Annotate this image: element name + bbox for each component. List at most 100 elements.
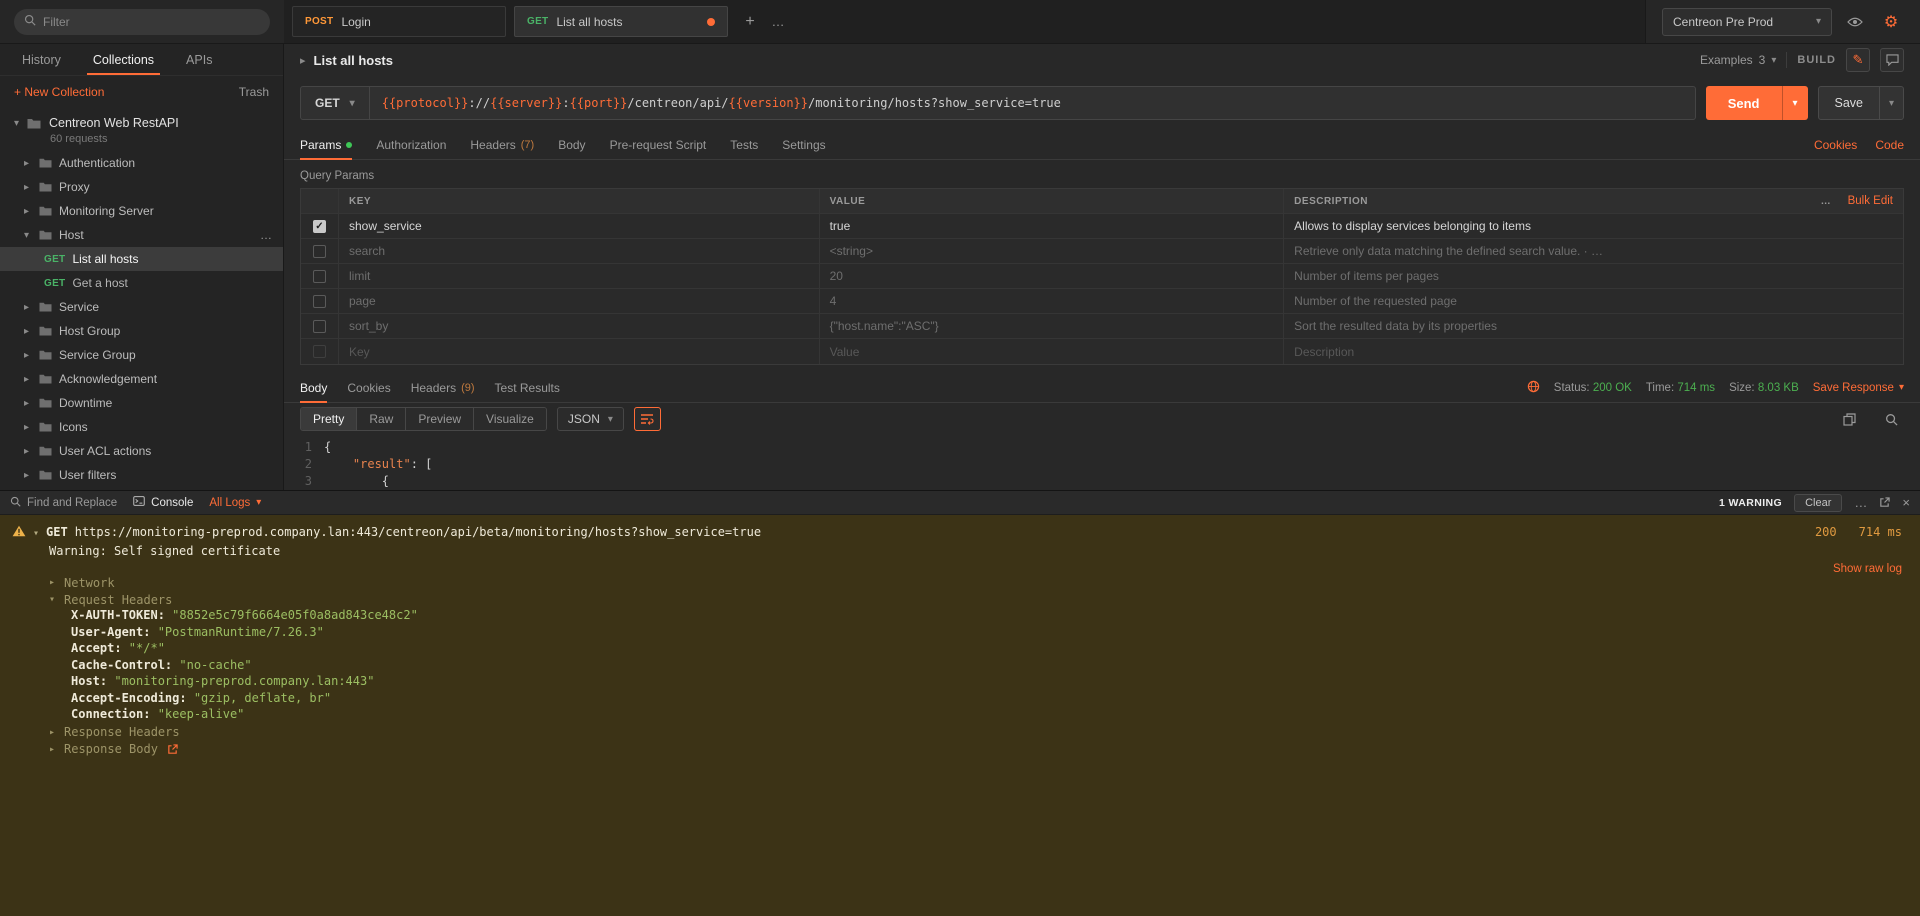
folder-user-acl-actions[interactable]: ▸User ACL actions — [0, 439, 283, 463]
param-key[interactable]: sort_by — [339, 314, 820, 338]
folder-user-filters[interactable]: ▸User filters — [0, 463, 283, 487]
param-value[interactable]: 4 — [820, 289, 1285, 313]
sidebar-tab-history[interactable]: History — [6, 44, 77, 75]
request-tab-settings[interactable]: Settings — [782, 130, 825, 159]
tab-options-button[interactable]: … — [764, 8, 792, 36]
save-response-button[interactable]: Save Response — [1813, 382, 1904, 394]
param-key[interactable]: search — [339, 239, 820, 263]
console-section-network[interactable]: ▸Network — [49, 574, 1908, 591]
sidebar-filter[interactable] — [14, 9, 270, 35]
folder-acknowledgement[interactable]: ▸Acknowledgement — [0, 367, 283, 391]
param-checkbox[interactable]: ✓ — [313, 220, 326, 233]
param-row-sort-by[interactable]: sort_by{"host.name":"ASC"}Sort the resul… — [301, 314, 1903, 339]
response-tab-headers[interactable]: Headers(9) — [411, 373, 475, 402]
request-get-a-host[interactable]: GETGet a host — [0, 271, 283, 295]
param-value[interactable]: <string> — [820, 239, 1285, 263]
clear-console-button[interactable]: Clear — [1794, 494, 1842, 512]
param-key[interactable]: show_service — [339, 214, 820, 238]
param-description[interactable]: Sort the resulted data by its properties — [1284, 314, 1903, 338]
params-more-options-icon[interactable]: … — [1821, 196, 1832, 207]
folder-service[interactable]: ▸Service — [0, 295, 283, 319]
folder-monitoring-server[interactable]: ▸Monitoring Server — [0, 199, 283, 223]
settings-gear-button[interactable]: ⚙ — [1878, 9, 1904, 35]
save-options-caret[interactable] — [1879, 87, 1903, 119]
response-tab-test-results[interactable]: Test Results — [495, 373, 560, 402]
show-raw-log-link[interactable]: Show raw log — [1833, 563, 1902, 575]
send-options-caret[interactable] — [1782, 86, 1808, 120]
response-tab-cookies[interactable]: Cookies — [347, 373, 390, 402]
open-in-new-window-icon[interactable] — [1879, 497, 1890, 508]
console-log-entry[interactable]: GEThttps://monitoring-preprod.company.la… — [12, 523, 1908, 541]
edit-request-button[interactable]: ✎ — [1846, 48, 1870, 72]
sidebar-tab-collections[interactable]: Collections — [77, 44, 170, 75]
request-tab-body[interactable]: Body — [558, 130, 585, 159]
view-mode-visualize[interactable]: Visualize — [474, 408, 546, 430]
new-collection-button[interactable]: + New Collection — [14, 85, 104, 99]
console-section-response-body[interactable]: ▸Response Body — [49, 741, 1908, 758]
folder-downtime[interactable]: ▸Downtime — [0, 391, 283, 415]
param-row-limit[interactable]: limit20Number of items per pages — [301, 264, 1903, 289]
environment-selector[interactable]: Centreon Pre Prod — [1662, 8, 1832, 36]
console-tab[interactable]: Console — [133, 496, 193, 509]
param-checkbox[interactable] — [313, 345, 326, 358]
param-value[interactable]: 20 — [820, 264, 1285, 288]
view-mode-preview[interactable]: Preview — [406, 408, 474, 430]
param-description[interactable]: Allows to display services belonging to … — [1284, 214, 1903, 238]
param-key[interactable]: page — [339, 289, 820, 313]
folder-host[interactable]: ▾Host… — [0, 223, 283, 247]
param-row-show-service[interactable]: ✓ show_servicetrueAllows to display servi… — [301, 214, 1903, 239]
collapse-caret-icon[interactable] — [300, 53, 306, 67]
find-and-replace-tab[interactable]: Find and Replace — [10, 496, 117, 510]
bulk-edit-link[interactable]: Bulk Edit — [1848, 195, 1893, 207]
filter-input[interactable] — [43, 15, 260, 29]
param-checkbox[interactable] — [313, 295, 326, 308]
param-row-page[interactable]: page4Number of the requested page — [301, 289, 1903, 314]
trash-link[interactable]: Trash — [239, 85, 269, 99]
response-body-editor[interactable]: 1234 { "result": [ { "id": 174, — [284, 435, 1920, 490]
param-value[interactable]: true — [820, 214, 1285, 238]
method-dropdown[interactable]: GET — [301, 87, 370, 119]
request-tab-headers[interactable]: Headers(7) — [470, 130, 534, 159]
folder-service-group[interactable]: ▸Service Group — [0, 343, 283, 367]
code-link[interactable]: Code — [1875, 138, 1904, 152]
console-section-response-headers[interactable]: ▸Response Headers — [49, 724, 1908, 741]
line-wrap-button[interactable] — [634, 407, 661, 431]
close-console-icon[interactable]: × — [1902, 495, 1910, 510]
save-label[interactable]: Save — [1819, 87, 1880, 119]
open-response-body-icon[interactable] — [167, 744, 178, 755]
comments-button[interactable] — [1880, 48, 1904, 72]
view-mode-raw[interactable]: Raw — [357, 408, 406, 430]
send-button[interactable]: Send — [1706, 86, 1808, 120]
param-description[interactable]: Retrieve only data matching the defined … — [1284, 239, 1903, 263]
param-description[interactable]: Number of the requested page — [1284, 289, 1903, 313]
response-tab-body[interactable]: Body — [300, 373, 327, 402]
environment-quick-look-button[interactable] — [1842, 9, 1868, 35]
folder-proxy[interactable]: ▸Proxy — [0, 175, 283, 199]
param-description-placeholder[interactable]: Description — [1284, 339, 1903, 364]
request-tab-pre-request-script[interactable]: Pre-request Script — [610, 130, 707, 159]
folder-host-group[interactable]: ▸Host Group — [0, 319, 283, 343]
param-checkbox[interactable] — [313, 320, 326, 333]
param-key[interactable]: limit — [339, 264, 820, 288]
folder-authentication[interactable]: ▸Authentication — [0, 151, 283, 175]
param-description[interactable]: Number of items per pages — [1284, 264, 1903, 288]
console-section-request-headers[interactable]: ▾Request Headers — [49, 591, 1908, 608]
request-list-all-hosts[interactable]: GETList all hosts — [0, 247, 283, 271]
param-value-placeholder[interactable]: Value — [820, 339, 1285, 364]
request-tab-authorization[interactable]: Authorization — [376, 130, 446, 159]
collection-root[interactable]: Centreon Web RestAPI 60 requests — [0, 108, 283, 151]
search-response-button[interactable] — [1878, 406, 1904, 432]
open-request-tab-login[interactable]: POSTLogin — [292, 6, 506, 37]
sidebar-tab-apis[interactable]: APIs — [170, 44, 228, 75]
folder-menu-icon[interactable]: … — [260, 228, 273, 242]
request-tab-tests[interactable]: Tests — [730, 130, 758, 159]
save-button[interactable]: Save — [1818, 86, 1905, 120]
format-dropdown[interactable]: JSON — [557, 407, 624, 431]
folder-icons[interactable]: ▸Icons — [0, 415, 283, 439]
send-label[interactable]: Send — [1706, 86, 1782, 120]
open-request-tab-list-all-hosts[interactable]: GETList all hosts — [514, 6, 728, 37]
param-checkbox[interactable] — [313, 245, 326, 258]
param-row-new[interactable]: KeyValueDescription — [301, 339, 1903, 364]
param-checkbox[interactable] — [313, 270, 326, 283]
param-row-search[interactable]: search<string>Retrieve only data matchin… — [301, 239, 1903, 264]
